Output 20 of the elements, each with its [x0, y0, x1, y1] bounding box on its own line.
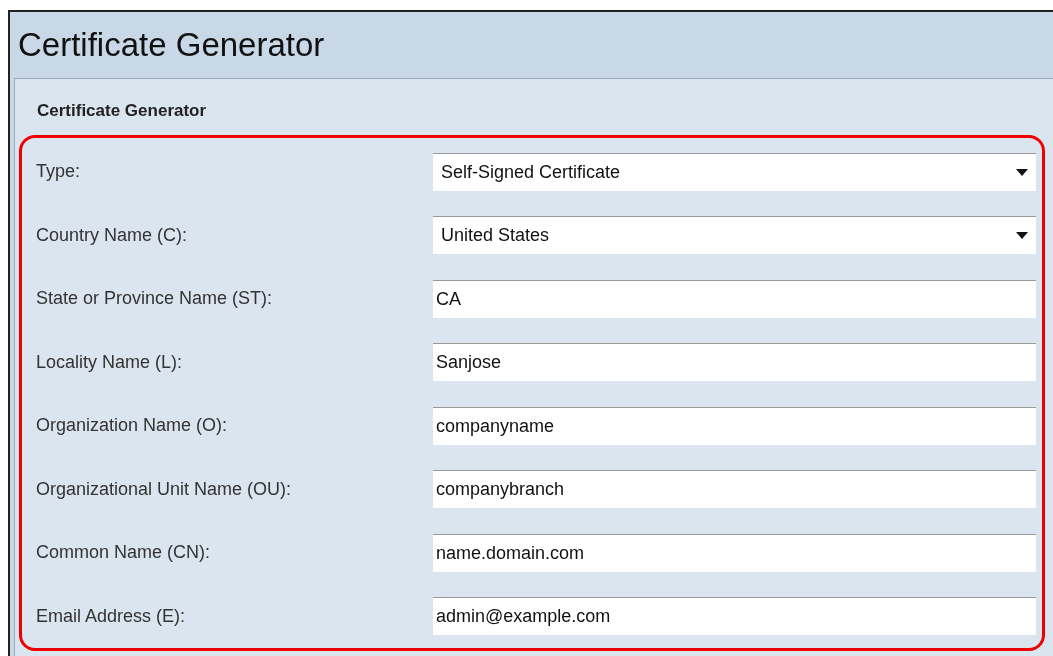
- dropdown[interactable]: Self-Signed Certificate: [433, 152, 1036, 191]
- caret-icon: [1016, 232, 1028, 240]
- field-label: Common Name (CN):: [35, 541, 212, 565]
- field-label: Country Name (C):: [35, 223, 189, 247]
- input-field[interactable]: admin@example.com: [433, 597, 1036, 636]
- input-field[interactable]: name.domain.com: [433, 533, 1036, 572]
- window-title: Certificate Generator: [18, 25, 325, 66]
- input-field[interactable]: CA: [433, 279, 1036, 318]
- input-field[interactable]: Sanjose: [433, 343, 1036, 382]
- caret-icon: [1016, 168, 1028, 176]
- input-field[interactable]: companyname: [433, 406, 1036, 445]
- dropdown[interactable]: United States: [433, 216, 1036, 255]
- field-label: Locality Name (L):: [35, 350, 184, 374]
- section-title: Certificate Generator: [37, 100, 207, 123]
- field-label: State or Province Name (ST):: [35, 287, 274, 311]
- field-label: Organization Name (O):: [35, 414, 229, 438]
- field-label: Type:: [35, 160, 82, 184]
- field-label: Email Address (E):: [35, 604, 187, 628]
- input-field[interactable]: companybranch: [433, 470, 1036, 509]
- field-label: Organizational Unit Name (OU):: [35, 477, 293, 501]
